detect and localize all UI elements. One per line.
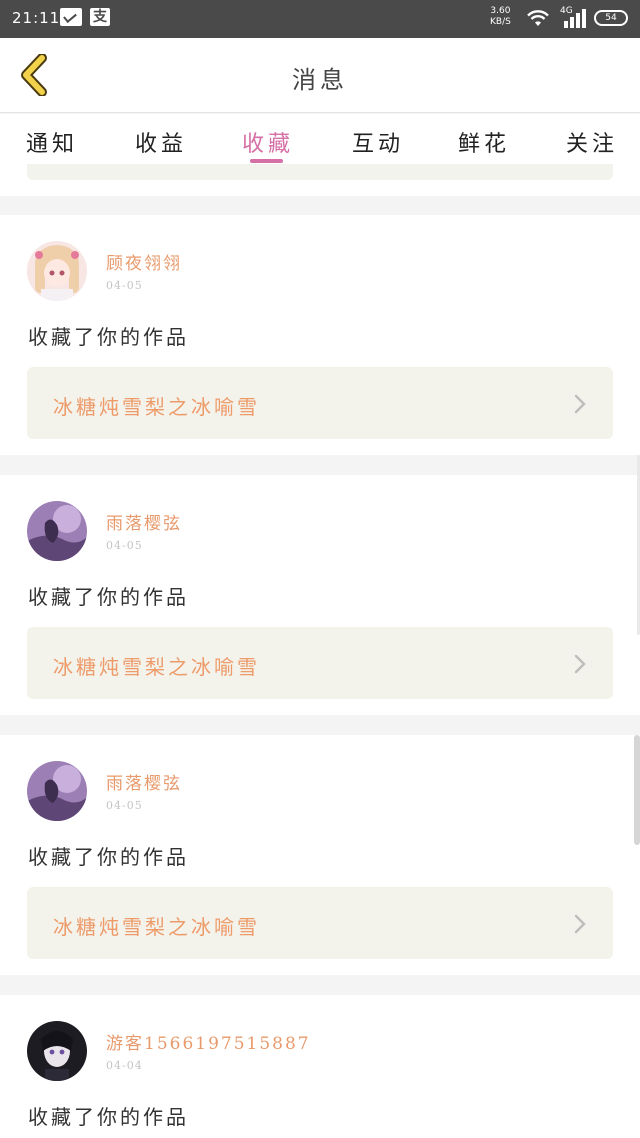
cell-signal-icon: 4G (560, 6, 586, 28)
username[interactable]: 游客1566197515887 (106, 1029, 311, 1054)
nav-header: 消息 (0, 38, 640, 113)
avatar[interactable] (27, 501, 87, 561)
message-date: 04-05 (106, 799, 143, 812)
work-link[interactable]: 冰糖炖雪梨之冰喻雪 (27, 887, 613, 959)
network-speed-unit: KB/S (490, 17, 511, 27)
battery-icon: 54 (594, 10, 628, 26)
tab-notifications[interactable]: 通知 (26, 126, 78, 158)
message-date: 04-05 (106, 539, 143, 552)
status-time: 21:11 (12, 9, 61, 27)
chevron-right-icon (574, 914, 586, 934)
message-action-text: 收藏了你的作品 (28, 845, 189, 869)
chevron-right-icon (574, 654, 586, 674)
message-date: 04-05 (106, 279, 143, 292)
tab-earnings[interactable]: 收益 (135, 126, 187, 158)
alipay-icon: 支 (90, 8, 110, 26)
tab-favorites[interactable]: 收藏 (242, 126, 294, 158)
work-title: 冰糖炖雪梨之冰喻雪 (53, 915, 260, 939)
tab-flowers[interactable]: 鲜花 (458, 126, 510, 158)
message-card: 雨落樱弦 04-05 收藏了你的作品 冰糖炖雪梨之冰喻雪 (0, 735, 640, 975)
wifi-icon (527, 10, 549, 26)
message-card: 游客1566197515887 04-04 收藏了你的作品 (0, 995, 640, 1138)
avatar[interactable] (27, 761, 87, 821)
status-bar: 21:11 支 3.60 KB/S 4G 54 (0, 0, 640, 38)
message-card: 雨落樱弦 04-05 收藏了你的作品 冰糖炖雪梨之冰喻雪 (0, 475, 640, 715)
chevron-right-icon (574, 394, 586, 414)
page-title: 消息 (292, 66, 348, 94)
username[interactable]: 顾夜翎翎 (106, 249, 182, 274)
message-card: 顾夜翎翎 04-05 收藏了你的作品 冰糖炖雪梨之冰喻雪 (0, 215, 640, 455)
previous-card-edge (0, 164, 640, 196)
battery-level: 54 (605, 13, 617, 23)
work-link[interactable]: 冰糖炖雪梨之冰喻雪 (27, 367, 613, 439)
previous-work-link-edge (27, 164, 613, 180)
tab-interactions[interactable]: 互动 (352, 126, 404, 158)
username[interactable]: 雨落樱弦 (106, 509, 182, 534)
work-link[interactable]: 冰糖炖雪梨之冰喻雪 (27, 627, 613, 699)
username[interactable]: 雨落樱弦 (106, 769, 182, 794)
scrollbar-thumb[interactable] (634, 735, 640, 845)
message-date: 04-04 (106, 1059, 143, 1072)
work-title: 冰糖炖雪梨之冰喻雪 (53, 395, 260, 419)
avatar[interactable] (27, 1021, 87, 1081)
message-notification-icon (60, 8, 82, 26)
tab-following[interactable]: 关注 (566, 126, 618, 158)
network-speed: 3.60 KB/S (490, 6, 511, 28)
active-tab-indicator (250, 159, 283, 163)
network-speed-value: 3.60 (490, 6, 511, 16)
network-type: 4G (560, 6, 573, 16)
message-action-text: 收藏了你的作品 (28, 325, 189, 349)
avatar[interactable] (27, 241, 87, 301)
message-action-text: 收藏了你的作品 (28, 1105, 189, 1129)
message-action-text: 收藏了你的作品 (28, 585, 189, 609)
work-title: 冰糖炖雪梨之冰喻雪 (53, 655, 260, 679)
